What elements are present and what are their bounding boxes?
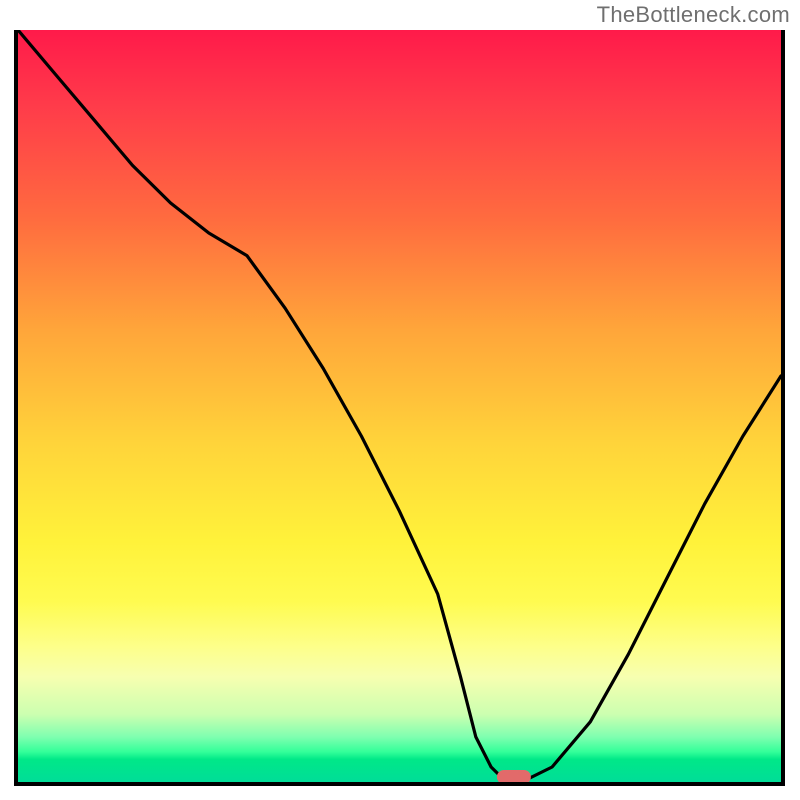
bottleneck-curve-path (18, 30, 781, 782)
plot-area (14, 30, 785, 786)
bottleneck-curve-svg (18, 30, 781, 782)
attribution-text: TheBottleneck.com (597, 2, 790, 28)
chart-container: TheBottleneck.com (0, 0, 800, 800)
optimal-marker (497, 770, 531, 782)
